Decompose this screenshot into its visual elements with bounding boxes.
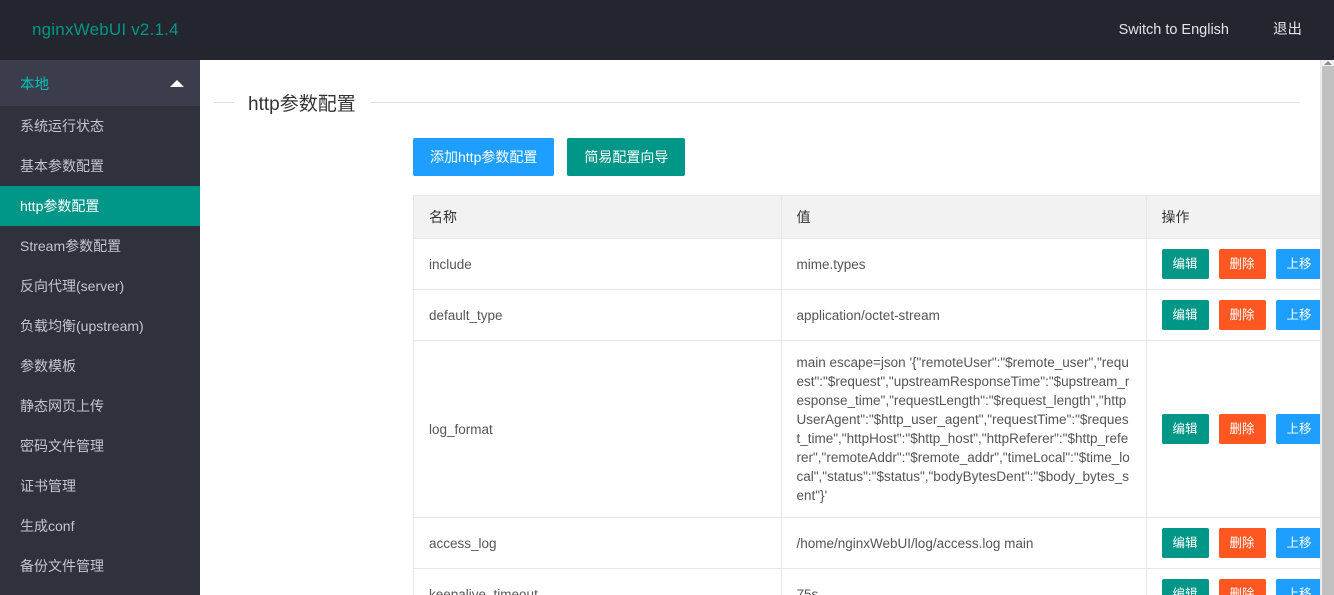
http-params-table-container: 名称 值 操作 includemime.types编辑删除上移下移default… — [413, 195, 1320, 595]
sidebar-item-label: 基本参数配置 — [20, 158, 104, 174]
top-header-bar: nginxWebUI v2.1.4 Switch to English 退出 — [0, 0, 1334, 60]
cell-actions: 编辑删除上移下移 — [1146, 340, 1320, 518]
row-action-buttons: 编辑删除上移下移 — [1161, 528, 1320, 558]
sidebar-item-10[interactable]: 生成conf — [0, 506, 200, 546]
sidebar-nav: 本地 系统运行状态 基本参数配置 http参数配置 Stream参数配置 反向代理(se… — [0, 60, 200, 595]
sidebar-item-label: 生成conf — [20, 518, 75, 534]
add-http-param-button[interactable]: 添加http参数配置 — [413, 138, 555, 176]
table-row: log_format main escape=json '{"remoteUser… — [414, 340, 1320, 518]
row-delete-button[interactable]: 删除 — [1218, 528, 1266, 558]
row-action-buttons: 编辑删除上移下移 — [1161, 300, 1320, 330]
sidebar-group-label: 本地 — [20, 76, 49, 93]
logout-link[interactable]: 退出 — [1251, 0, 1334, 60]
column-header-value: 值 — [781, 196, 1147, 239]
sidebar-item-label: 静态网页上传 — [20, 398, 104, 414]
table-head: 名称 值 操作 — [414, 196, 1320, 239]
sidebar-item-3[interactable]: Stream参数配置 — [0, 226, 200, 266]
cell-param-value: /home/nginxWebUI/log/access.log main — [781, 517, 1147, 569]
cell-actions: 编辑删除上移下移 — [1146, 238, 1320, 290]
sidebar-item-0[interactable]: 系统运行状态 — [0, 106, 200, 146]
sidebar-item-label: Stream参数配置 — [20, 238, 122, 254]
row-delete-button[interactable]: 删除 — [1218, 579, 1266, 595]
table-header-row: 名称 值 操作 — [414, 196, 1320, 239]
cell-param-value: application/octet-stream — [781, 289, 1147, 341]
sidebar-item-label: 负载均衡(upstream) — [20, 318, 144, 334]
sidebar-item-1[interactable]: 基本参数配置 — [0, 146, 200, 186]
row-delete-button[interactable]: 删除 — [1218, 414, 1266, 444]
row-up-button[interactable]: 上移 — [1275, 528, 1320, 558]
sidebar-item-label: 证书管理 — [20, 478, 76, 494]
table-row: keepalive_timeout75s 编辑删除上移下移 — [414, 568, 1320, 595]
cell-param-value: 75s — [781, 568, 1147, 595]
row-edit-button[interactable]: 编辑 — [1161, 528, 1209, 558]
vertical-scrollbar-track[interactable] — [1320, 60, 1334, 595]
http-params-table: 名称 值 操作 includemime.types编辑删除上移下移default… — [414, 196, 1320, 595]
table-row: access_log/home/nginxWebUI/log/access.lo… — [414, 517, 1320, 569]
cell-param-name: keepalive_timeout — [414, 568, 782, 595]
sidebar-item-label: 参数模板 — [20, 358, 76, 374]
page-title-section: http参数配置 — [200, 82, 1320, 122]
column-header-action: 操作 — [1146, 196, 1320, 239]
action-button-row: 添加http参数配置 简易配置向导 — [413, 138, 1320, 176]
cell-actions: 编辑删除上移下移 — [1146, 289, 1320, 341]
cell-actions: 编辑删除上移下移 — [1146, 517, 1320, 569]
title-divider-left — [214, 101, 234, 103]
row-up-button[interactable]: 上移 — [1275, 414, 1320, 444]
sidebar-item-6[interactable]: 参数模板 — [0, 346, 200, 386]
sidebar-item-7[interactable]: 静态网页上传 — [0, 386, 200, 426]
row-edit-button[interactable]: 编辑 — [1161, 300, 1209, 330]
sidebar-item-list: 系统运行状态 基本参数配置 http参数配置 Stream参数配置 反向代理(serve… — [0, 106, 200, 586]
sidebar-item-8[interactable]: 密码文件管理 — [0, 426, 200, 466]
row-up-button[interactable]: 上移 — [1275, 300, 1320, 330]
page-title: http参数配置 — [248, 93, 356, 115]
sidebar-item-11[interactable]: 备份文件管理 — [0, 546, 200, 586]
cell-param-name: include — [414, 238, 782, 290]
title-divider-right — [369, 101, 1300, 103]
cell-param-name: log_format — [414, 340, 782, 518]
scroll-up-arrow-icon[interactable] — [1324, 61, 1332, 65]
row-delete-button[interactable]: 删除 — [1218, 249, 1266, 279]
sidebar-item-label: 密码文件管理 — [20, 438, 104, 454]
cell-param-name: default_type — [414, 289, 782, 341]
row-up-button[interactable]: 上移 — [1275, 579, 1320, 595]
header-actions: Switch to English 退出 — [1097, 0, 1334, 60]
table-body: includemime.types编辑删除上移下移default_typeapp… — [414, 238, 1320, 595]
sidebar-item-9[interactable]: 证书管理 — [0, 466, 200, 506]
app-brand-logo: nginxWebUI v2.1.4 — [32, 20, 179, 39]
sidebar-item-label: 反向代理(server) — [20, 278, 125, 294]
caret-up-icon — [170, 79, 184, 87]
sidebar-item-label: 备份文件管理 — [20, 558, 104, 574]
row-action-buttons: 编辑删除上移下移 — [1161, 414, 1320, 444]
sidebar-group-local[interactable]: 本地 — [0, 60, 200, 106]
sidebar-item-label: http参数配置 — [20, 198, 100, 214]
table-row: default_type application/octet-stream 编辑 删除… — [414, 289, 1320, 341]
main-content: http参数配置 添加http参数配置 简易配置向导 名称 值 操作 inclu… — [200, 60, 1320, 595]
vertical-scrollbar-thumb[interactable] — [1322, 66, 1334, 595]
row-edit-button[interactable]: 编辑 — [1161, 579, 1209, 595]
row-delete-button[interactable]: 删除 — [1218, 300, 1266, 330]
sidebar-item-label: 系统运行状态 — [20, 118, 104, 134]
row-up-button[interactable]: 上移 — [1275, 249, 1320, 279]
sidebar-item-4[interactable]: 反向代理(server) — [0, 266, 200, 306]
cell-actions: 编辑删除上移下移 — [1146, 568, 1320, 595]
sidebar-item-5[interactable]: 负载均衡(upstream) — [0, 306, 200, 346]
cell-param-name: access_log — [414, 517, 782, 569]
column-header-name: 名称 — [414, 196, 782, 239]
cell-param-value: main escape=json '{"remoteUser":"$remote… — [781, 340, 1147, 518]
table-row: includemime.types 编辑删除上移下移 — [414, 238, 1320, 290]
row-edit-button[interactable]: 编辑 — [1161, 249, 1209, 279]
switch-language-link[interactable]: Switch to English — [1097, 0, 1251, 60]
row-action-buttons: 编辑删除上移下移 — [1161, 579, 1320, 595]
sidebar-item-2[interactable]: http参数配置 — [0, 186, 200, 226]
simple-config-wizard-button[interactable]: 简易配置向导 — [567, 138, 686, 176]
row-action-buttons: 编辑删除上移下移 — [1161, 249, 1320, 279]
cell-param-value: mime.types — [781, 238, 1147, 290]
row-edit-button[interactable]: 编辑 — [1161, 414, 1209, 444]
